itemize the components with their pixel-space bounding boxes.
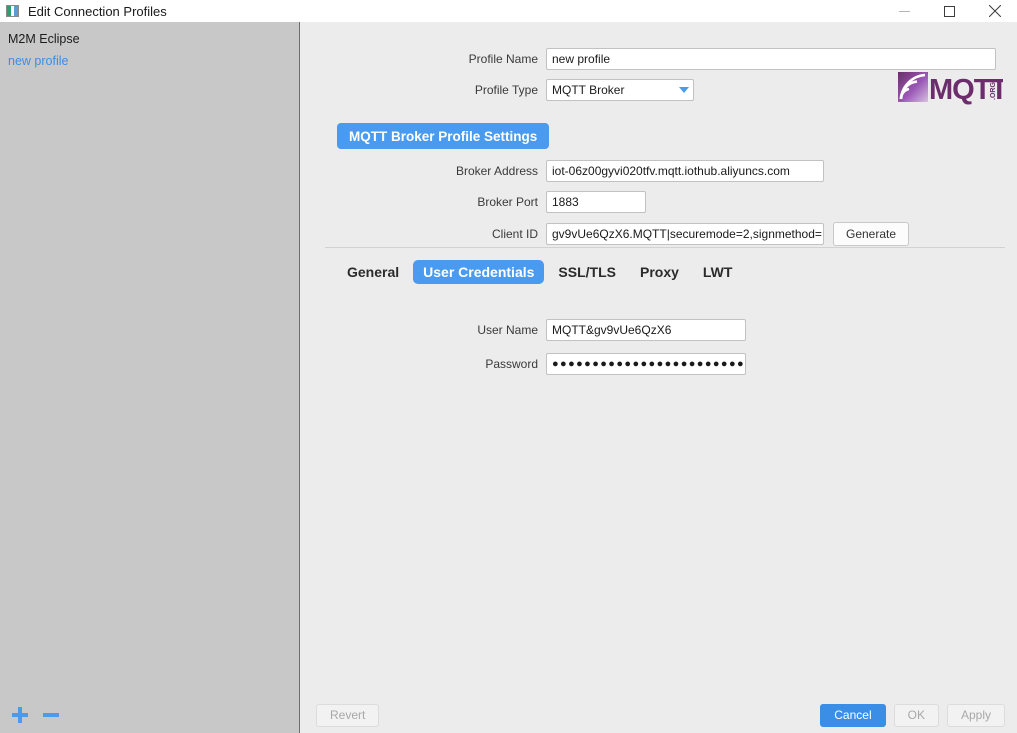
section-header-label: MQTT Broker Profile Settings xyxy=(349,128,538,144)
settings-tabs: General User Credentials SSL/TLS Proxy L… xyxy=(337,260,742,284)
profile-name-label: Profile Name xyxy=(468,52,538,66)
broker-port-input[interactable]: 1883 xyxy=(546,191,646,213)
user-name-label: User Name xyxy=(477,323,538,337)
title-bar: Edit Connection Profiles xyxy=(0,0,1017,22)
password-input[interactable]: ●●●●●●●●●●●●●●●●●●●●●●●●●●●● xyxy=(546,353,746,375)
window-controls xyxy=(882,0,1017,22)
tab-user-credentials[interactable]: User Credentials xyxy=(413,260,545,284)
mqtt-logo: MQTT .ORG xyxy=(898,70,1009,106)
sidebar-item-new-profile[interactable]: new profile xyxy=(0,50,299,72)
profile-type-value: MQTT Broker xyxy=(552,83,625,97)
user-name-row: User Name MQTT&gv9vUe6QzX6 xyxy=(301,319,746,341)
dialog-action-buttons: Cancel OK Apply xyxy=(820,704,1005,727)
app-window-icon xyxy=(6,5,19,17)
user-name-input[interactable]: MQTT&gv9vUe6QzX6 xyxy=(546,319,746,341)
profile-editor-pane: Profile Name new profile Profile Type MQ… xyxy=(301,22,1017,733)
tab-proxy[interactable]: Proxy xyxy=(630,260,689,284)
client-id-input[interactable]: gv9vUe6QzX6.MQTT|securemode=2,signmethod… xyxy=(546,223,824,245)
profile-tree: M2M Eclipse new profile xyxy=(0,22,299,72)
client-id-row: Client ID gv9vUe6QzX6.MQTT|securemode=2,… xyxy=(301,222,910,246)
window-title: Edit Connection Profiles xyxy=(28,3,167,19)
apply-button[interactable]: Apply xyxy=(946,704,1005,727)
generate-client-id-button[interactable]: Generate xyxy=(833,222,910,246)
tab-lwt[interactable]: LWT xyxy=(693,260,743,284)
broker-port-label: Broker Port xyxy=(477,195,538,209)
svg-text:.ORG: .ORG xyxy=(990,82,997,100)
tab-general[interactable]: General xyxy=(337,260,409,284)
password-label: Password xyxy=(485,357,538,371)
add-profile-icon[interactable] xyxy=(9,704,31,726)
dialog-footer: Revert Cancel OK Apply xyxy=(301,697,1017,733)
profile-type-row: Profile Type MQTT Broker xyxy=(301,79,694,101)
profile-type-select[interactable]: MQTT Broker xyxy=(546,79,694,101)
close-icon[interactable] xyxy=(972,0,1017,22)
tab-ssl-tls[interactable]: SSL/TLS xyxy=(548,260,626,284)
broker-address-input[interactable]: iot-06z00gyvi020tfv.mqtt.iothub.aliyuncs… xyxy=(546,160,824,182)
profiles-sidebar: M2M Eclipse new profile xyxy=(0,22,300,733)
revert-button[interactable]: Revert xyxy=(316,704,380,727)
section-header-mqtt-broker-settings: MQTT Broker Profile Settings xyxy=(337,123,550,149)
chevron-down-icon xyxy=(679,87,689,93)
profile-type-label: Profile Type xyxy=(474,83,538,97)
profile-name-row: Profile Name new profile xyxy=(301,48,997,70)
maximize-icon[interactable] xyxy=(927,0,972,22)
client-id-label: Client ID xyxy=(491,227,538,241)
sidebar-item-label: M2M Eclipse xyxy=(8,32,80,46)
password-row: Password ●●●●●●●●●●●●●●●●●●●●●●●●●●●● xyxy=(301,353,746,375)
broker-address-row: Broker Address iot-06z00gyvi020tfv.mqtt.… xyxy=(301,160,824,182)
sidebar-item-label: new profile xyxy=(8,54,69,68)
sidebar-item-m2m-eclipse[interactable]: M2M Eclipse xyxy=(0,28,299,50)
cancel-button[interactable]: Cancel xyxy=(820,704,886,727)
section-divider xyxy=(325,247,1005,248)
remove-profile-icon[interactable] xyxy=(40,704,62,726)
ok-button[interactable]: OK xyxy=(893,704,939,727)
broker-address-label: Broker Address xyxy=(455,164,538,178)
minimize-icon[interactable] xyxy=(882,0,927,22)
profile-name-input[interactable]: new profile xyxy=(546,48,996,70)
sidebar-footer xyxy=(0,697,299,733)
broker-port-row: Broker Port 1883 xyxy=(301,191,646,213)
